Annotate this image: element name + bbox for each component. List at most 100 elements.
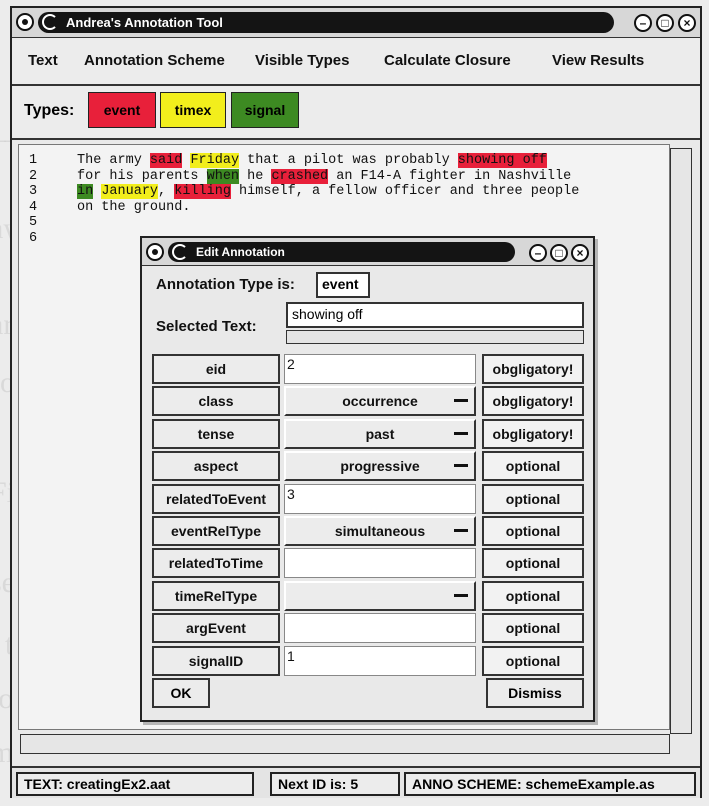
type-timex-button[interactable]: timex <box>160 92 226 128</box>
status-text-file: TEXT: creatingEx2.aat <box>16 772 254 796</box>
vertical-scrollbar[interactable] <box>670 148 692 734</box>
attr-class-value: occurrence <box>342 393 418 410</box>
event-highlight[interactable]: killing <box>174 184 231 199</box>
dialog-menu-button[interactable] <box>146 243 164 261</box>
attr-arg-event-button[interactable]: argEvent <box>152 613 280 644</box>
attr-event-rel-type-requirement: optional <box>482 516 584 546</box>
window-title: Andrea's Annotation Tool <box>66 15 223 30</box>
menu-calculate-closure[interactable]: Calculate Closure <box>384 52 511 69</box>
text-span: himself, a fellow officer and three peop… <box>230 184 580 199</box>
signal-highlight[interactable]: when <box>206 168 240 184</box>
text-line[interactable]: for his parents when he crashed an F14-A… <box>77 168 572 185</box>
dialog-maximize-button[interactable]: □ <box>550 244 568 262</box>
window-menu-button[interactable] <box>16 13 34 31</box>
line-number: 4 <box>29 199 38 215</box>
attr-signal-i-d-button[interactable]: signalID <box>152 645 280 676</box>
menu-visible-types[interactable]: Visible Types <box>255 52 350 69</box>
menu-view-results[interactable]: View Results <box>552 52 644 69</box>
attr-aspect-value: progressive <box>340 458 420 475</box>
attr-related-to-event-requirement: optional <box>482 483 584 514</box>
window-title-pill[interactable]: Andrea's Annotation Tool <box>38 12 614 33</box>
attr-eid-requirement: obgligatory! <box>482 354 584 384</box>
close-button[interactable]: × <box>678 14 696 32</box>
dismiss-button[interactable]: Dismiss <box>486 678 584 708</box>
attr-class-requirement: obgligatory! <box>482 386 584 417</box>
attr-related-to-time-button[interactable]: relatedToTime <box>152 548 280 579</box>
text-span: on the ground. <box>77 199 191 215</box>
edit-annotation-dialog: Edit Annotation – □ × Annotation Type is… <box>140 236 595 722</box>
signal-highlight[interactable]: in <box>77 184 94 199</box>
attr-signal-i-d-requirement: optional <box>482 645 584 676</box>
status-bar: TEXT: creatingEx2.aat Next ID is: 5 ANNO… <box>12 766 700 798</box>
attr-tense-dropdown[interactable]: past <box>284 418 476 449</box>
attr-event-rel-type-dropdown[interactable]: simultaneous <box>284 516 476 546</box>
attr-aspect-button[interactable]: aspect <box>152 451 280 482</box>
type-signal-button[interactable]: signal <box>231 92 299 128</box>
attr-eid-button[interactable]: eid <box>152 354 280 384</box>
text-span: he <box>239 168 272 184</box>
swirl-icon <box>42 14 58 30</box>
status-next-id: Next ID is: 5 <box>270 772 400 796</box>
title-bar: Andrea's Annotation Tool – □ × <box>12 8 700 38</box>
event-highlight[interactable]: said <box>149 153 183 168</box>
type-event-button[interactable]: event <box>88 92 156 128</box>
attr-time-rel-type-dropdown[interactable] <box>284 580 476 611</box>
attr-tense-value: past <box>365 425 395 442</box>
attr-class-button[interactable]: class <box>152 386 280 417</box>
text-span: The army <box>77 153 150 168</box>
text-line[interactable]: in January, killing himself, a fellow of… <box>77 184 579 200</box>
attr-aspect-requirement: optional <box>482 451 584 482</box>
dropdown-arrow-icon <box>454 399 468 403</box>
dialog-close-button[interactable]: × <box>571 244 589 262</box>
timex-highlight[interactable]: January <box>101 184 159 199</box>
dialog-minimize-button[interactable]: – <box>529 244 547 262</box>
text-line[interactable]: on the ground. <box>77 200 190 216</box>
menu-annotation-scheme[interactable]: Annotation Scheme <box>84 52 225 69</box>
ok-button[interactable]: OK <box>152 678 210 708</box>
timex-highlight[interactable]: Friday <box>190 153 240 168</box>
attr-signal-i-d-field[interactable]: 1 <box>284 645 476 676</box>
horizontal-scrollbar[interactable] <box>20 734 670 754</box>
dialog-title: Edit Annotation <box>196 245 285 259</box>
line-number: 5 <box>29 215 38 230</box>
swirl-icon <box>172 244 188 260</box>
dropdown-arrow-icon <box>454 464 468 468</box>
attr-event-rel-type-value: simultaneous <box>334 523 426 539</box>
event-highlight[interactable]: showing off <box>457 153 547 168</box>
attr-related-to-event-field[interactable]: 3 <box>284 483 476 514</box>
selected-text-field[interactable]: showing off <box>286 302 584 328</box>
attr-aspect-dropdown[interactable]: progressive <box>284 451 476 482</box>
attr-related-to-time-field[interactable] <box>284 548 476 579</box>
menu-text[interactable]: Text <box>28 52 58 69</box>
attr-time-rel-type-requirement: optional <box>482 580 584 611</box>
dialog-title-pill[interactable]: Edit Annotation <box>168 242 515 262</box>
dialog-title-bar: Edit Annotation – □ × <box>142 238 593 266</box>
event-highlight[interactable]: crashed <box>271 168 329 184</box>
line-number: 6 <box>29 230 38 246</box>
menu-bar: Text Annotation Scheme Visible Types Cal… <box>12 38 700 86</box>
line-number: 2 <box>29 168 38 184</box>
attr-related-to-time-requirement: optional <box>482 548 584 579</box>
attr-event-rel-type-button[interactable]: eventRelType <box>152 516 280 546</box>
attr-eid-field[interactable]: 2 <box>284 354 476 384</box>
types-bar: Types: event timex signal <box>12 86 700 140</box>
line-number: 1 <box>29 153 38 168</box>
text-span: that a pilot was probably <box>239 153 458 168</box>
attr-time-rel-type-button[interactable]: timeRelType <box>152 580 280 611</box>
selected-text-scrollbar[interactable] <box>286 330 584 344</box>
attr-arg-event-field[interactable] <box>284 613 476 644</box>
attr-class-dropdown[interactable]: occurrence <box>284 386 476 417</box>
text-span: an F14-A fighter in Nashville <box>328 168 572 184</box>
line-number: 3 <box>29 184 38 199</box>
annotation-type-value: event <box>316 272 370 298</box>
attr-related-to-event-button[interactable]: relatedToEvent <box>152 483 280 514</box>
dropdown-arrow-icon <box>454 431 468 435</box>
status-anno-scheme: ANNO SCHEME: schemeExample.as <box>404 772 696 796</box>
selected-text-label: Selected Text: <box>156 318 257 335</box>
attr-tense-button[interactable]: tense <box>152 418 280 449</box>
text-line[interactable]: The army said Friday that a pilot was pr… <box>77 153 547 169</box>
attr-arg-event-requirement: optional <box>482 613 584 644</box>
annotation-type-label: Annotation Type is: <box>156 276 295 293</box>
minimize-button[interactable]: – <box>634 14 652 32</box>
maximize-button[interactable]: □ <box>656 14 674 32</box>
